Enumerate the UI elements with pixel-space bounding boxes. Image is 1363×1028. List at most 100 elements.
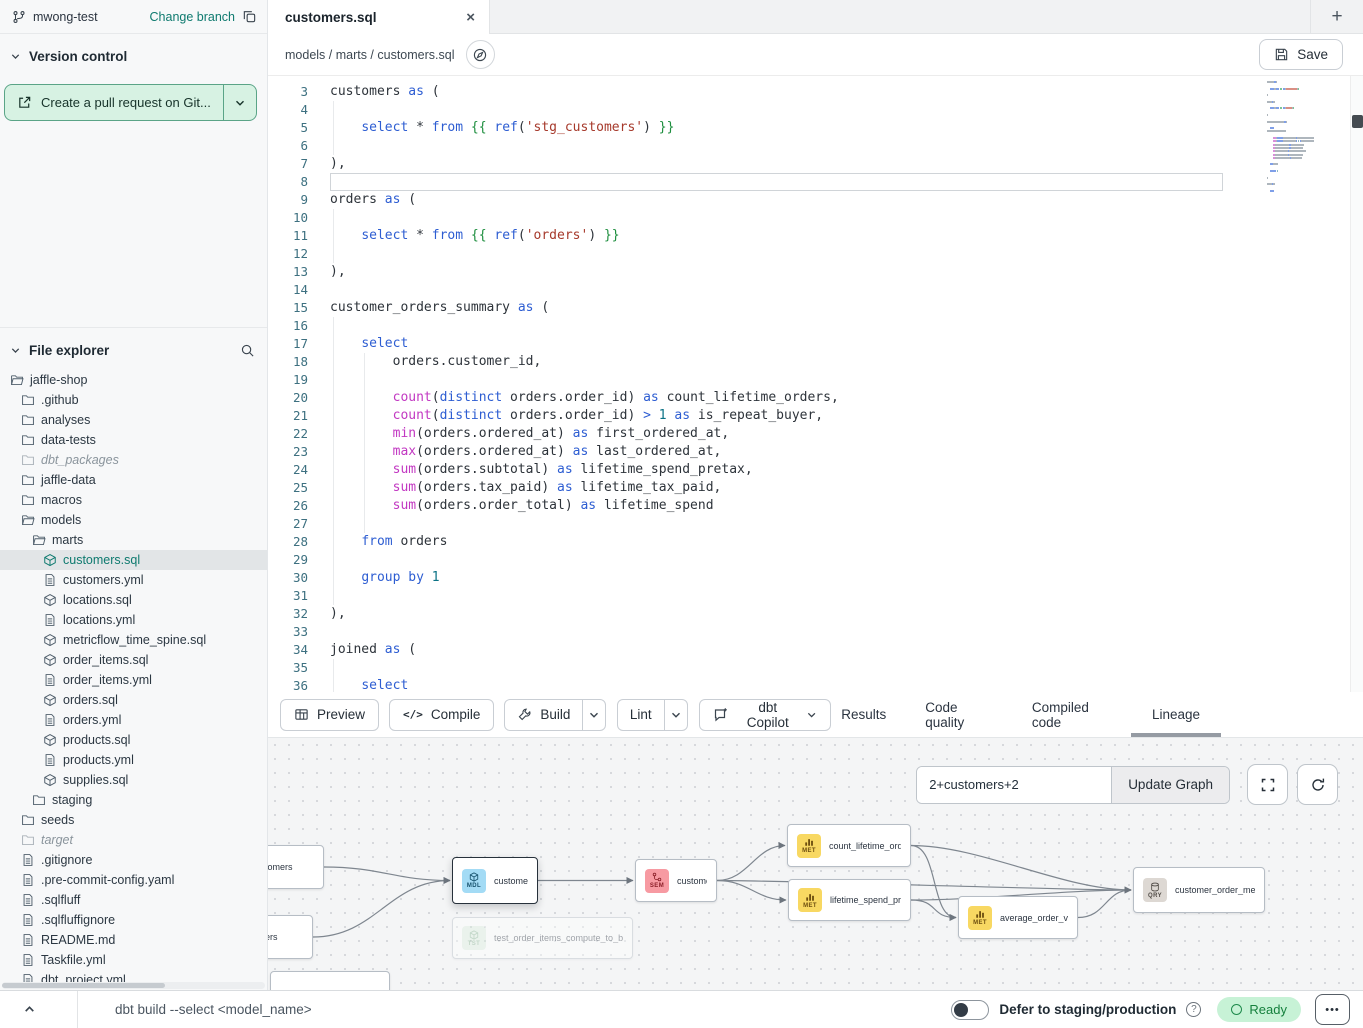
code-line-10[interactable]: 10 <box>268 209 1363 227</box>
file-tree-item--sqlfluffignore[interactable]: .sqlfluffignore <box>0 910 267 930</box>
code-line-28[interactable]: 28 from orders <box>268 533 1363 551</box>
pr-dropdown-button[interactable] <box>223 85 256 120</box>
code-line-4[interactable]: 4 <box>268 101 1363 119</box>
lint-button[interactable]: Lint <box>618 700 664 730</box>
tab-results[interactable]: Results <box>841 692 886 737</box>
file-tree-item--github[interactable]: .github <box>0 390 267 410</box>
update-graph-button[interactable]: Update Graph <box>1111 767 1229 803</box>
file-tree-item-readme-md[interactable]: README.md <box>0 930 267 950</box>
file-tree-item-orders-sql[interactable]: orders.sql <box>0 690 267 710</box>
file-tree-item-order-items-yml[interactable]: order_items.yml <box>0 670 267 690</box>
code-line-19[interactable]: 19 <box>268 371 1363 389</box>
code-line-6[interactable]: 6 <box>268 137 1363 155</box>
code-line-35[interactable]: 35 <box>268 659 1363 677</box>
file-tree-item-metricflow-time-spine-sql[interactable]: metricflow_time_spine.sql <box>0 630 267 650</box>
file-tree-item-models[interactable]: models <box>0 510 267 530</box>
collapse-command-bar-button[interactable] <box>0 991 78 1028</box>
lineage-selector-input[interactable] <box>917 767 1111 803</box>
fullscreen-button[interactable] <box>1247 764 1288 805</box>
compass-icon[interactable] <box>466 40 495 69</box>
copy-icon[interactable] <box>242 9 257 24</box>
create-pr-button[interactable]: Create a pull request on Git... <box>4 84 257 121</box>
file-tree-item-dbt-project-yml[interactable]: dbt_project.yml <box>0 970 267 982</box>
scrollbar-thumb[interactable] <box>1352 115 1363 128</box>
code-line-32[interactable]: 32), <box>268 605 1363 623</box>
lineage-panel[interactable]: MDLstg_customers MDLorders MDLcustomers TST… <box>268 738 1363 990</box>
build-button[interactable]: Build <box>505 700 582 730</box>
close-tab-icon[interactable]: × <box>466 10 475 25</box>
file-tree-item-products-yml[interactable]: products.yml <box>0 750 267 770</box>
lineage-node-customers_sem[interactable]: SEMcustomers <box>635 859 717 902</box>
file-tree-item-analyses[interactable]: analyses <box>0 410 267 430</box>
lineage-node-customers_mdl[interactable]: MDLcustomers <box>452 857 538 904</box>
more-options-button[interactable]: ••• <box>1315 994 1350 1025</box>
file-tree-item-products-sql[interactable]: products.sql <box>0 730 267 750</box>
file-tree-item--sqlfluff[interactable]: .sqlfluff <box>0 890 267 910</box>
code-line-15[interactable]: 15customer_orders_summary as ( <box>268 299 1363 317</box>
editor-scrollbar[interactable] <box>1350 76 1363 692</box>
lineage-node-count_lifetime_orders[interactable]: METcount_lifetime_orders <box>787 824 911 867</box>
code-line-17[interactable]: 17 select <box>268 335 1363 353</box>
code-line-9[interactable]: 9orders as ( <box>268 191 1363 209</box>
file-tree-item--pre-commit-config-yaml[interactable]: .pre-commit-config.yaml <box>0 870 267 890</box>
code-line-18[interactable]: 18 orders.customer_id, <box>268 353 1363 371</box>
file-tree-item-target[interactable]: target <box>0 830 267 850</box>
file-tree-item-taskfile-yml[interactable]: Taskfile.yml <box>0 950 267 970</box>
code-line-21[interactable]: 21 count(distinct orders.order_id) > 1 a… <box>268 407 1363 425</box>
file-tree-item-orders-yml[interactable]: orders.yml <box>0 710 267 730</box>
code-line-12[interactable]: 12 <box>268 245 1363 263</box>
file-tree-item-order-items-sql[interactable]: order_items.sql <box>0 650 267 670</box>
file-tree-item-locations-yml[interactable]: locations.yml <box>0 610 267 630</box>
help-icon[interactable]: ? <box>1186 1002 1201 1017</box>
code-line-27[interactable]: 27 <box>268 515 1363 533</box>
tab-lineage[interactable]: Lineage <box>1152 692 1200 737</box>
code-editor[interactable]: 3customers as (45 select * from {{ ref('… <box>268 76 1363 692</box>
refresh-button[interactable] <box>1297 764 1338 805</box>
dbt-copilot-button[interactable]: dbt Copilot <box>699 699 831 731</box>
file-tree-hscrollbar[interactable] <box>2 982 265 989</box>
lineage-node-partial_node[interactable] <box>270 971 390 990</box>
file-tree-item--gitignore[interactable]: .gitignore <box>0 850 267 870</box>
file-tree-item-jaffle-shop[interactable]: jaffle-shop <box>0 370 267 390</box>
code-line-14[interactable]: 14 <box>268 281 1363 299</box>
file-tree-item-staging[interactable]: staging <box>0 790 267 810</box>
file-tree-item-macros[interactable]: macros <box>0 490 267 510</box>
file-tree-item-marts[interactable]: marts <box>0 530 267 550</box>
code-line-36[interactable]: 36 select <box>268 677 1363 692</box>
code-line-8[interactable]: 8 <box>268 173 1363 191</box>
file-tree-item-dbt-packages[interactable]: dbt_packages <box>0 450 267 470</box>
version-control-header[interactable]: Version control <box>0 34 267 70</box>
lineage-node-stg_customers[interactable]: MDLstg_customers <box>268 845 324 889</box>
code-line-31[interactable]: 31 <box>268 587 1363 605</box>
lineage-node-lifetime_spend_pretax[interactable]: METlifetime_spend_pretax <box>788 879 911 921</box>
file-tree-item-data-tests[interactable]: data-tests <box>0 430 267 450</box>
lineage-node-customer_order_metrics[interactable]: QRYcustomer_order_metrics <box>1133 867 1265 913</box>
code-line-3[interactable]: 3customers as ( <box>268 83 1363 101</box>
code-line-16[interactable]: 16 <box>268 317 1363 335</box>
dbt-command-input[interactable] <box>78 1002 951 1017</box>
lineage-node-orders[interactable]: MDLorders <box>268 915 313 959</box>
search-icon[interactable] <box>240 343 255 358</box>
file-tree-item-jaffle-data[interactable]: jaffle-data <box>0 470 267 490</box>
code-line-5[interactable]: 5 select * from {{ ref('stg_customers') … <box>268 119 1363 137</box>
file-tree-item-seeds[interactable]: seeds <box>0 810 267 830</box>
code-line-7[interactable]: 7), <box>268 155 1363 173</box>
lint-dropdown-button[interactable] <box>664 700 688 730</box>
defer-toggle[interactable] <box>951 1000 989 1020</box>
lineage-node-average_order_value[interactable]: METaverage_order_value <box>958 896 1078 939</box>
file-tree-item-customers-sql[interactable]: customers.sql <box>0 550 267 570</box>
code-line-25[interactable]: 25 sum(orders.tax_paid) as lifetime_tax_… <box>268 479 1363 497</box>
new-tab-button[interactable]: + <box>1310 0 1363 33</box>
compile-button[interactable]: </> Compile <box>389 699 494 731</box>
file-tree-item-locations-sql[interactable]: locations.sql <box>0 590 267 610</box>
preview-button[interactable]: Preview <box>280 699 379 731</box>
code-line-13[interactable]: 13), <box>268 263 1363 281</box>
code-line-11[interactable]: 11 select * from {{ ref('orders') }} <box>268 227 1363 245</box>
code-line-26[interactable]: 26 sum(orders.order_total) as lifetime_s… <box>268 497 1363 515</box>
code-line-23[interactable]: 23 max(orders.ordered_at) as last_ordere… <box>268 443 1363 461</box>
file-explorer-header[interactable]: File explorer <box>0 327 267 364</box>
file-tree-item-customers-yml[interactable]: customers.yml <box>0 570 267 590</box>
lineage-node-test_order_items[interactable]: TSTtest_order_items_compute_to_bools... <box>452 917 633 959</box>
change-branch-link[interactable]: Change branch <box>150 10 235 24</box>
code-line-20[interactable]: 20 count(distinct orders.order_id) as co… <box>268 389 1363 407</box>
